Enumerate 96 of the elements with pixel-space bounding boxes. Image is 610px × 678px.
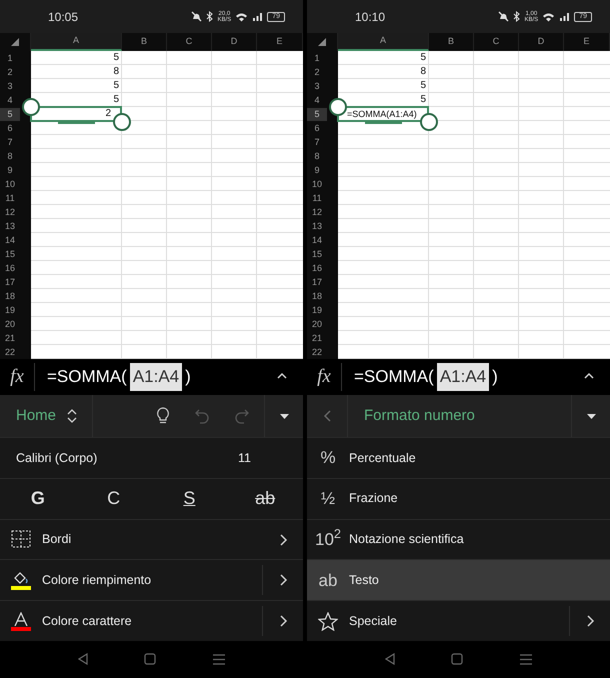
table-cell[interactable]: 8 <box>113 66 119 78</box>
row-header[interactable]: 7 <box>307 136 327 148</box>
column-header[interactable]: E <box>564 33 610 51</box>
row-header[interactable]: 11 <box>307 192 327 204</box>
panel-title: Formato numero <box>364 406 475 426</box>
column-header[interactable]: D <box>212 33 257 51</box>
row-header[interactable]: 20 <box>307 318 327 330</box>
table-cell[interactable]: 8 <box>420 66 426 78</box>
function-label[interactable]: fx <box>307 362 342 392</box>
row-header[interactable]: 14 <box>0 234 20 246</box>
row-header[interactable]: 10 <box>0 178 20 190</box>
menu-item[interactable]: Bordi <box>42 530 72 549</box>
formula-text: ) <box>492 366 498 388</box>
table-cell[interactable]: 5 <box>420 94 426 106</box>
row-header[interactable]: 22 <box>307 346 327 358</box>
cell-reference: A1:A4 <box>436 363 490 391</box>
row-header[interactable]: 2 <box>307 66 327 78</box>
row-header[interactable]: 18 <box>0 290 20 302</box>
table-cell[interactable]: 5 <box>113 80 119 92</box>
row-header[interactable]: 11 <box>0 192 20 204</box>
format-glyph: % <box>320 447 336 470</box>
row-header[interactable]: 13 <box>307 220 327 232</box>
column-header[interactable]: B <box>429 33 474 51</box>
function-label[interactable]: fx <box>0 362 35 392</box>
menu-item[interactable]: 10$^{2}$ Notazione scientifica <box>307 518 610 560</box>
row-header[interactable]: 6 <box>307 122 327 134</box>
row-header[interactable]: 12 <box>0 206 20 218</box>
row-header[interactable]: 1 <box>0 52 20 64</box>
font-name[interactable]: Calibri (Corpo) <box>16 448 98 468</box>
row-header[interactable]: 17 <box>0 276 20 288</box>
column-header[interactable]: E <box>257 33 303 51</box>
row-header[interactable]: 8 <box>0 150 20 162</box>
column-header[interactable]: A <box>338 33 429 51</box>
row-header[interactable]: 18 <box>307 290 327 302</box>
column-header[interactable]: A <box>31 33 122 51</box>
row-header[interactable]: 9 <box>0 164 20 176</box>
cell-reference: A1:A4 <box>130 363 182 391</box>
column-header[interactable]: D <box>519 33 564 51</box>
format-glyph: 10$^{2}$ <box>314 526 341 551</box>
row-header[interactable]: 20 <box>0 318 20 330</box>
row-header[interactable]: 16 <box>307 262 327 274</box>
strikethrough-button[interactable]: ab <box>255 488 276 508</box>
row-header[interactable]: 4 <box>307 94 327 106</box>
italic-button[interactable]: C <box>107 488 120 508</box>
row-header[interactable]: 6 <box>0 122 20 134</box>
column-header[interactable]: B <box>122 33 167 51</box>
bold-button[interactable]: G <box>30 488 45 508</box>
row-header[interactable]: 5 <box>307 108 327 120</box>
row-header[interactable]: 19 <box>307 304 327 316</box>
row-header[interactable]: 1 <box>307 52 327 64</box>
row-header[interactable]: 9 <box>307 164 327 176</box>
table-cell[interactable]: 5 <box>420 52 426 64</box>
row-header[interactable]: 19 <box>0 304 20 316</box>
row-header[interactable]: 22 <box>0 346 20 358</box>
table-cell[interactable]: =SOMMA(A1:A4) <box>347 108 417 120</box>
row-header[interactable]: 2 <box>0 66 20 78</box>
row-header[interactable]: 7 <box>0 136 20 148</box>
clock-time: 10:05 <box>48 8 78 26</box>
row-header[interactable]: 10 <box>307 178 327 190</box>
row-header[interactable]: 3 <box>307 80 327 92</box>
row-header[interactable]: 21 <box>307 332 327 344</box>
column-header[interactable]: C <box>474 33 519 51</box>
row-header[interactable]: 8 <box>307 150 327 162</box>
menu-item[interactable]: ab Testo <box>307 559 610 600</box>
format-glyph: ab <box>318 570 338 592</box>
row-header[interactable]: 16 <box>0 262 20 274</box>
row-header[interactable]: 21 <box>0 332 20 344</box>
menu-label: Speciale <box>349 612 397 630</box>
row-header[interactable]: 4 <box>0 94 20 106</box>
menu-label: Frazione <box>349 490 398 508</box>
menu-label: Notazione scientifica <box>349 531 464 548</box>
row-header[interactable]: 12 <box>307 206 327 218</box>
font-size[interactable]: 11 <box>238 448 251 468</box>
row-header[interactable]: 15 <box>307 248 327 260</box>
row-header[interactable]: 15 <box>0 248 20 260</box>
row-header[interactable]: 17 <box>307 276 327 288</box>
row-header[interactable]: 5 <box>0 108 20 120</box>
tab-switcher[interactable]: Home <box>16 404 56 428</box>
menu-item[interactable]: Colore riempimento <box>42 570 152 590</box>
format-glyph: ½ <box>320 488 336 510</box>
table-cell[interactable]: 5 <box>420 80 426 92</box>
formula-text: =SOMMA( <box>354 366 434 388</box>
table-cell[interactable]: 5 <box>113 94 119 106</box>
row-header[interactable]: 13 <box>0 220 20 232</box>
row-header[interactable]: 3 <box>0 80 20 92</box>
clock-time: 10:10 <box>355 8 386 26</box>
formula-text: ) <box>185 366 191 388</box>
menu-label: Percentuale <box>349 450 416 467</box>
column-header[interactable]: C <box>167 33 212 51</box>
table-cell[interactable]: 2 <box>105 108 111 120</box>
menu-label: Testo <box>349 572 379 589</box>
table-cell[interactable]: 5 <box>113 52 119 64</box>
underline-button[interactable]: S <box>183 488 196 508</box>
menu-item[interactable]: Colore carattere <box>42 612 132 630</box>
formula-text: =SOMMA( <box>47 366 127 388</box>
row-header[interactable]: 14 <box>307 234 327 246</box>
